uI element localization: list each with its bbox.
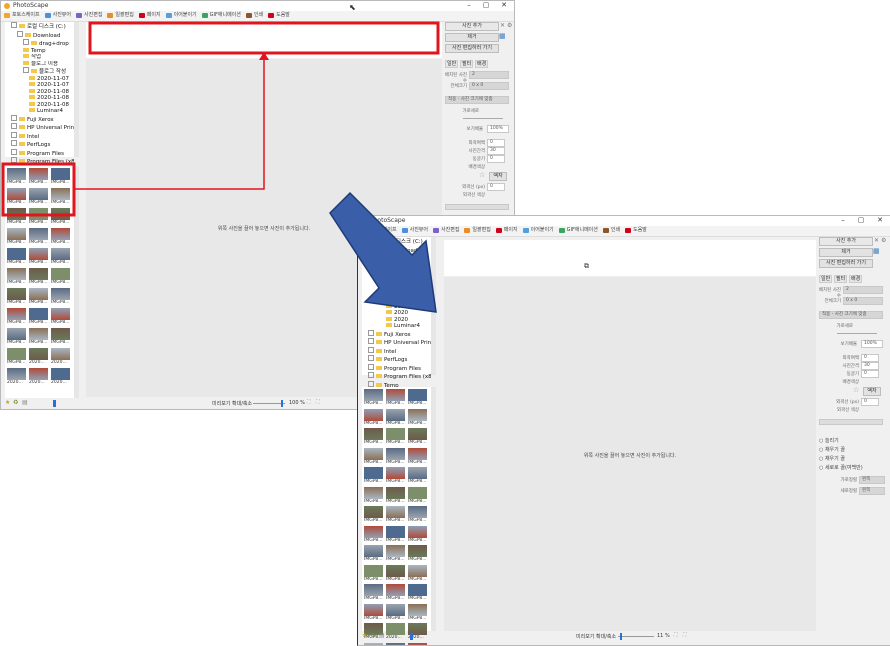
connector-line — [74, 58, 264, 189]
mouse-cursor-icon: ⬉ — [349, 3, 356, 12]
transition-arrow — [330, 193, 436, 312]
highlight-box-thumbnails — [3, 164, 74, 215]
annotation-overlay — [0, 0, 890, 645]
highlight-box-drop-strip — [90, 23, 438, 53]
